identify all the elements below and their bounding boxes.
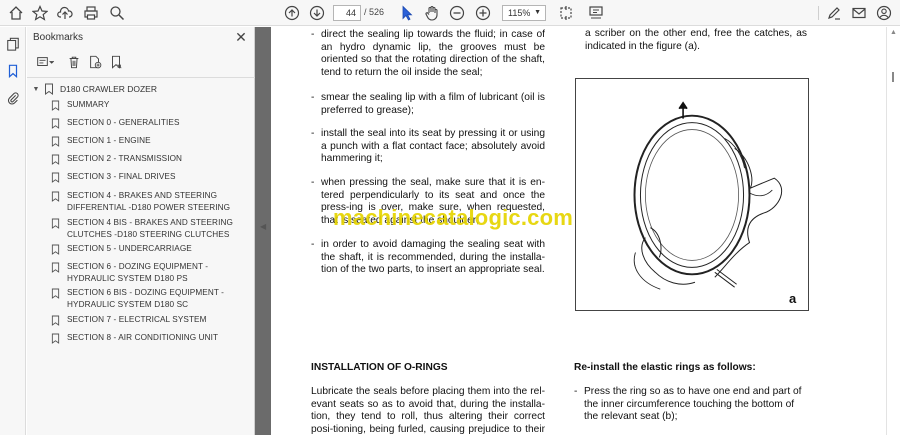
bookmark-icon — [51, 218, 65, 233]
bookmark-icon — [51, 118, 65, 133]
select-cursor-icon[interactable] — [397, 3, 417, 23]
bookmark-label: SECTION 2 - TRANSMISSION — [67, 154, 183, 163]
bookmark-label: SECTION 7 - ELECTRICAL SYSTEM — [67, 315, 207, 324]
main-toolbar: 44 / 526 115% ▼ — [0, 0, 900, 26]
bookmark-icon — [51, 172, 65, 187]
search-icon[interactable] — [107, 3, 127, 23]
bookmarks-panel-icon[interactable] — [4, 62, 22, 80]
paragraph: a scriber on the other end, free the cat… — [585, 28, 807, 52]
bookmark-label: SECTION 3 - FINAL DRIVES — [67, 172, 176, 181]
close-icon[interactable]: ✕ — [233, 29, 249, 45]
new-bookmark-icon[interactable] — [86, 53, 104, 71]
bookmark-label: SECTION 6 - DOZING EQUIPMENT - HYDRAULIC… — [67, 262, 209, 283]
bookmark-icon — [51, 333, 65, 348]
bookmarks-toolbar — [33, 53, 248, 71]
bookmark-icon — [51, 191, 65, 206]
zoom-value: 115% — [508, 8, 531, 18]
cloud-upload-icon[interactable] — [55, 3, 75, 23]
bookmark-item-section-3[interactable]: SECTION 3 - FINAL DRIVES — [51, 171, 251, 187]
chevron-down-icon[interactable]: ▼ — [31, 86, 41, 93]
bookmark-label: SECTION 4 BIS - BRAKES AND STEERING CLUT… — [67, 218, 233, 239]
bookmark-label: SECTION 4 - BRAKES AND STEERING DIFFEREN… — [67, 191, 231, 212]
figure-a: a — [575, 78, 809, 311]
sign-pen-icon[interactable] — [824, 3, 844, 23]
zoom-in-icon[interactable] — [473, 3, 493, 23]
page-thumbnails-icon[interactable] — [4, 35, 22, 53]
vertical-scrollbar[interactable]: ▲ — [886, 27, 900, 435]
bookmark-icon — [45, 83, 53, 95]
bookmark-icon — [51, 288, 65, 303]
bullet-text: Press the ring so as to have one end and… — [584, 386, 802, 423]
zoom-select[interactable]: 115% ▼ — [502, 5, 546, 21]
left-rail — [0, 27, 26, 435]
chevron-down-icon: ▼ — [534, 9, 541, 16]
bookmark-label: SECTION 1 - ENGINE — [67, 136, 151, 145]
page-number-input[interactable]: 44 — [333, 5, 361, 21]
bookmark-item-section-4[interactable]: SECTION 4 - BRAKES AND STEERING DIFFEREN… — [51, 190, 251, 213]
collapse-panel-left-icon[interactable]: ◀ — [260, 222, 266, 231]
tag-bookmark-icon[interactable] — [107, 53, 125, 71]
bullet-text: direct the sealing lip towards the fluid… — [321, 29, 545, 78]
bookmark-item-section-4-bis[interactable]: SECTION 4 BIS - BRAKES AND STEERING CLUT… — [51, 217, 251, 240]
bookmark-item-summary[interactable]: SUMMARY — [51, 99, 251, 115]
scroll-up-icon[interactable]: ▲ — [890, 29, 897, 36]
bullet-text: smear the sealing lip with a film of lub… — [321, 92, 545, 116]
bookmark-icon — [51, 262, 65, 277]
delete-bookmark-icon[interactable] — [65, 53, 83, 71]
seal-illustration — [633, 101, 783, 290]
bullet-text: install the seal into its seat by pressi… — [321, 128, 545, 165]
section-heading-elastic-rings: Re-install the elastic rings as follows: — [574, 362, 756, 373]
bookmark-item-section-5[interactable]: SECTION 5 - UNDERCARRIAGE — [51, 243, 251, 259]
bookmark-icon — [51, 154, 65, 169]
bookmark-item-section-0[interactable]: SECTION 0 - GENERALITIES — [51, 117, 251, 133]
bookmark-label: SECTION 5 - UNDERCARRIAGE — [67, 244, 192, 253]
zoom-out-icon[interactable] — [447, 3, 467, 23]
bookmark-item-section-6[interactable]: SECTION 6 - DOZING EQUIPMENT - HYDRAULIC… — [51, 261, 251, 284]
bookmark-icon — [51, 100, 65, 115]
fit-page-icon[interactable] — [556, 3, 576, 23]
list-item: - direct the sealing lip towards the flu… — [311, 29, 545, 78]
account-icon[interactable] — [874, 3, 894, 23]
bookmark-label: SECTION 8 - AIR CONDITIONING UNIT — [67, 333, 219, 342]
bullet-text: in order to avoid damaging the sealing s… — [321, 239, 545, 276]
bookmark-root[interactable]: ▼ D180 CRAWLER DOZER — [31, 82, 157, 96]
bookmark-icon — [51, 315, 65, 330]
page-total: / 526 — [364, 7, 385, 17]
prev-page-icon[interactable] — [282, 3, 302, 23]
list-item: - install the seal into its seat by pres… — [311, 128, 545, 165]
figure-label: a — [789, 291, 797, 306]
hand-tool-icon[interactable] — [422, 3, 442, 23]
home-icon[interactable] — [6, 3, 26, 23]
bookmark-item-section-2[interactable]: SECTION 2 - TRANSMISSION — [51, 153, 251, 169]
comment-tool-icon[interactable] — [586, 3, 606, 23]
bookmark-item-section-1[interactable]: SECTION 1 - ENGINE — [51, 135, 251, 151]
bookmarks-panel: Bookmarks ✕ ▼ D180 CRAWLER DOZER SUMMARY… — [27, 27, 255, 435]
list-item: - in order to avoid damaging the sealing… — [311, 239, 545, 276]
bookmark-item-section-8[interactable]: SECTION 8 - AIR CONDITIONING UNIT — [51, 332, 251, 348]
scrollbar-thumb[interactable] — [892, 72, 894, 82]
watermark: machinecatalogic.com — [333, 205, 573, 230]
bookmark-label: SECTION 6 BIS - DOZING EQUIPMENT - HYDRA… — [67, 288, 225, 309]
section-heading-o-rings: INSTALLATION OF O-RINGS — [311, 362, 448, 373]
pdf-page: - direct the sealing lip towards the flu… — [271, 27, 886, 435]
attachment-icon[interactable] — [4, 89, 22, 107]
bookmark-options-icon[interactable] — [33, 53, 59, 71]
bookmark-icon — [51, 244, 65, 259]
bookmark-label: SUMMARY — [67, 100, 110, 109]
print-icon[interactable] — [81, 3, 101, 23]
bookmark-icon — [51, 136, 65, 151]
bookmark-item-section-6-bis[interactable]: SECTION 6 BIS - DOZING EQUIPMENT - HYDRA… — [51, 287, 251, 310]
next-page-icon[interactable] — [307, 3, 327, 23]
list-item: - Press the ring so as to have one end a… — [574, 386, 810, 426]
bookmark-star-icon[interactable] — [30, 3, 50, 23]
paragraph: Lubricate the seals before placing them … — [311, 386, 545, 435]
bookmark-root-label: D180 CRAWLER DOZER — [60, 84, 157, 94]
bookmarks-title: Bookmarks — [33, 32, 84, 43]
list-item: - smear the sealing lip with a film of l… — [311, 92, 545, 116]
bookmark-label: SECTION 0 - GENERALITIES — [67, 118, 180, 127]
bookmark-item-section-7[interactable]: SECTION 7 - ELECTRICAL SYSTEM — [51, 314, 251, 330]
mail-icon[interactable] — [849, 3, 869, 23]
